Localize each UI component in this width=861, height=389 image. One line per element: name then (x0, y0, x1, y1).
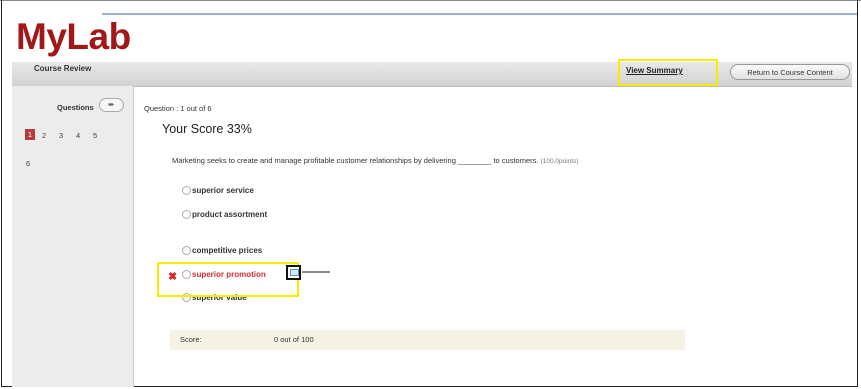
option-label: product assortment (192, 210, 268, 219)
score-heading: Your Score 33% (162, 122, 252, 136)
radio-button[interactable] (182, 210, 191, 220)
view-summary-highlight: View Summary (618, 59, 718, 86)
answer-option[interactable]: superior service (182, 186, 254, 196)
questions-label: Questions (57, 103, 94, 112)
question-review-panel: Question : 1 out of 6 Your Score 33% Mar… (134, 86, 854, 387)
app-frame: MyLab Course Review View Summary Return … (1, 0, 858, 387)
questions-toggle-button[interactable]: ➨ (99, 98, 124, 112)
question-stem: Marketing seeks to create and manage pro… (172, 156, 539, 165)
view-summary-link[interactable]: View Summary (626, 66, 683, 75)
option-label: competitive prices (192, 246, 263, 255)
points-label: (100.0points) (540, 158, 579, 165)
score-value: 0 out of 100 (274, 335, 314, 344)
question-link-6[interactable]: 6 (26, 159, 30, 168)
question-counter: Question : 1 out of 6 (144, 104, 212, 113)
question-link-3[interactable]: 3 (59, 131, 63, 140)
question-link-5[interactable]: 5 (93, 131, 97, 140)
return-to-course-button[interactable]: Return to Course Content (730, 64, 850, 80)
score-label: Score: (180, 335, 202, 344)
question-text: Marketing seeks to create and manage pro… (172, 156, 579, 165)
radio-button[interactable] (182, 186, 191, 196)
answer-option[interactable]: competitive prices (182, 246, 263, 256)
feedback-comment-icon[interactable] (286, 265, 301, 280)
course-review-header: Course Review View Summary Return to Cou… (12, 59, 852, 87)
page-title: Course Review (34, 64, 92, 73)
answer-option[interactable]: product assortment (182, 210, 268, 220)
wrong-answer-highlight (157, 262, 299, 297)
question-link-2[interactable]: 2 (42, 131, 46, 140)
mylab-logo: MyLab (16, 16, 131, 57)
radio-button[interactable] (182, 246, 191, 256)
question-link-1[interactable]: 1 (25, 129, 35, 140)
arrow-right-icon: ➨ (108, 100, 115, 109)
question-link-4[interactable]: 4 (76, 131, 80, 140)
comment-connector (302, 271, 330, 273)
question-sidebar: Questions ➨ 1 2 3 4 5 6 (12, 86, 134, 387)
option-label: superior service (192, 186, 254, 195)
score-row: Score: 0 out of 100 (170, 330, 685, 350)
header-divider (102, 13, 857, 15)
